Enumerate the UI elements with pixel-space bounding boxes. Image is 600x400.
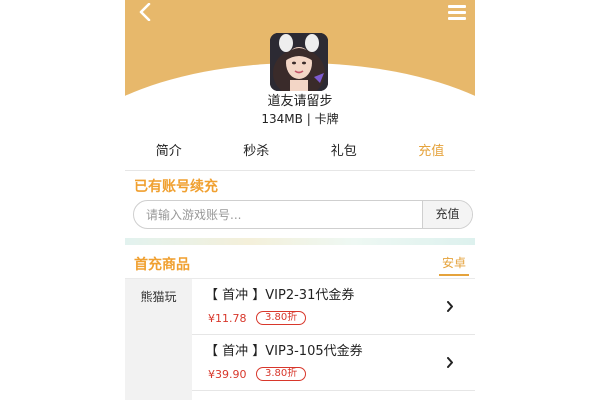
section-divider bbox=[125, 238, 475, 245]
goods-section-title: 首充商品 bbox=[134, 257, 190, 273]
header-banner: 道友请留步 134MB | 卡牌 bbox=[125, 0, 475, 145]
tab-flash-sale[interactable]: 秒杀 bbox=[213, 138, 301, 170]
goods-item[interactable]: 【 首冲 】VIP2-31代金券 ¥11.78 3.80折 bbox=[192, 279, 475, 335]
app-name: 道友请留步 bbox=[267, 94, 333, 109]
platform-tab-android[interactable]: 安卓 bbox=[438, 255, 469, 276]
goods-item-name: 【 首冲 】VIP3-105代金券 bbox=[205, 344, 363, 359]
goods-item-price: ¥11.78 bbox=[208, 312, 247, 325]
tab-bar: 简介 秒杀 礼包 充值 bbox=[125, 138, 475, 171]
phone-screen: 道友请留步 134MB | 卡牌 简介 秒杀 礼包 充值 已有账号续充 充值 首… bbox=[125, 0, 475, 400]
nav-item-platform[interactable]: 熊猫玩 bbox=[125, 279, 192, 315]
app-icon bbox=[270, 33, 328, 91]
chevron-right-icon bbox=[445, 356, 455, 368]
tab-recharge[interactable]: 充值 bbox=[388, 138, 476, 170]
discount-badge: 3.80折 bbox=[256, 367, 307, 381]
chevron-right-icon bbox=[445, 300, 455, 312]
recharge-section-title: 已有账号续充 bbox=[134, 179, 218, 195]
goods-item-name: 【 首冲 】VIP2-31代金券 bbox=[205, 288, 355, 303]
tab-gift[interactable]: 礼包 bbox=[300, 138, 388, 170]
goods-list: 【 首冲 】VIP2-31代金券 ¥11.78 3.80折 【 首冲 】VIP3… bbox=[192, 279, 475, 400]
goods-header: 首充商品 安卓 bbox=[125, 252, 475, 279]
tab-intro[interactable]: 简介 bbox=[125, 138, 213, 170]
hamburger-menu-icon[interactable] bbox=[447, 3, 467, 21]
app-meta: 134MB | 卡牌 bbox=[261, 112, 339, 126]
goods-item-price: ¥39.90 bbox=[208, 368, 247, 381]
goods-item[interactable]: 【 首冲 】VIP3-105代金券 ¥39.90 3.80折 bbox=[192, 335, 475, 391]
account-input[interactable] bbox=[134, 201, 422, 228]
game-platform-nav: 熊猫玩 bbox=[125, 279, 192, 400]
back-chevron-icon[interactable] bbox=[134, 2, 156, 22]
recharge-button[interactable]: 充值 bbox=[422, 201, 472, 228]
discount-badge: 3.80折 bbox=[256, 311, 307, 325]
account-search-box: 充值 bbox=[133, 200, 473, 229]
